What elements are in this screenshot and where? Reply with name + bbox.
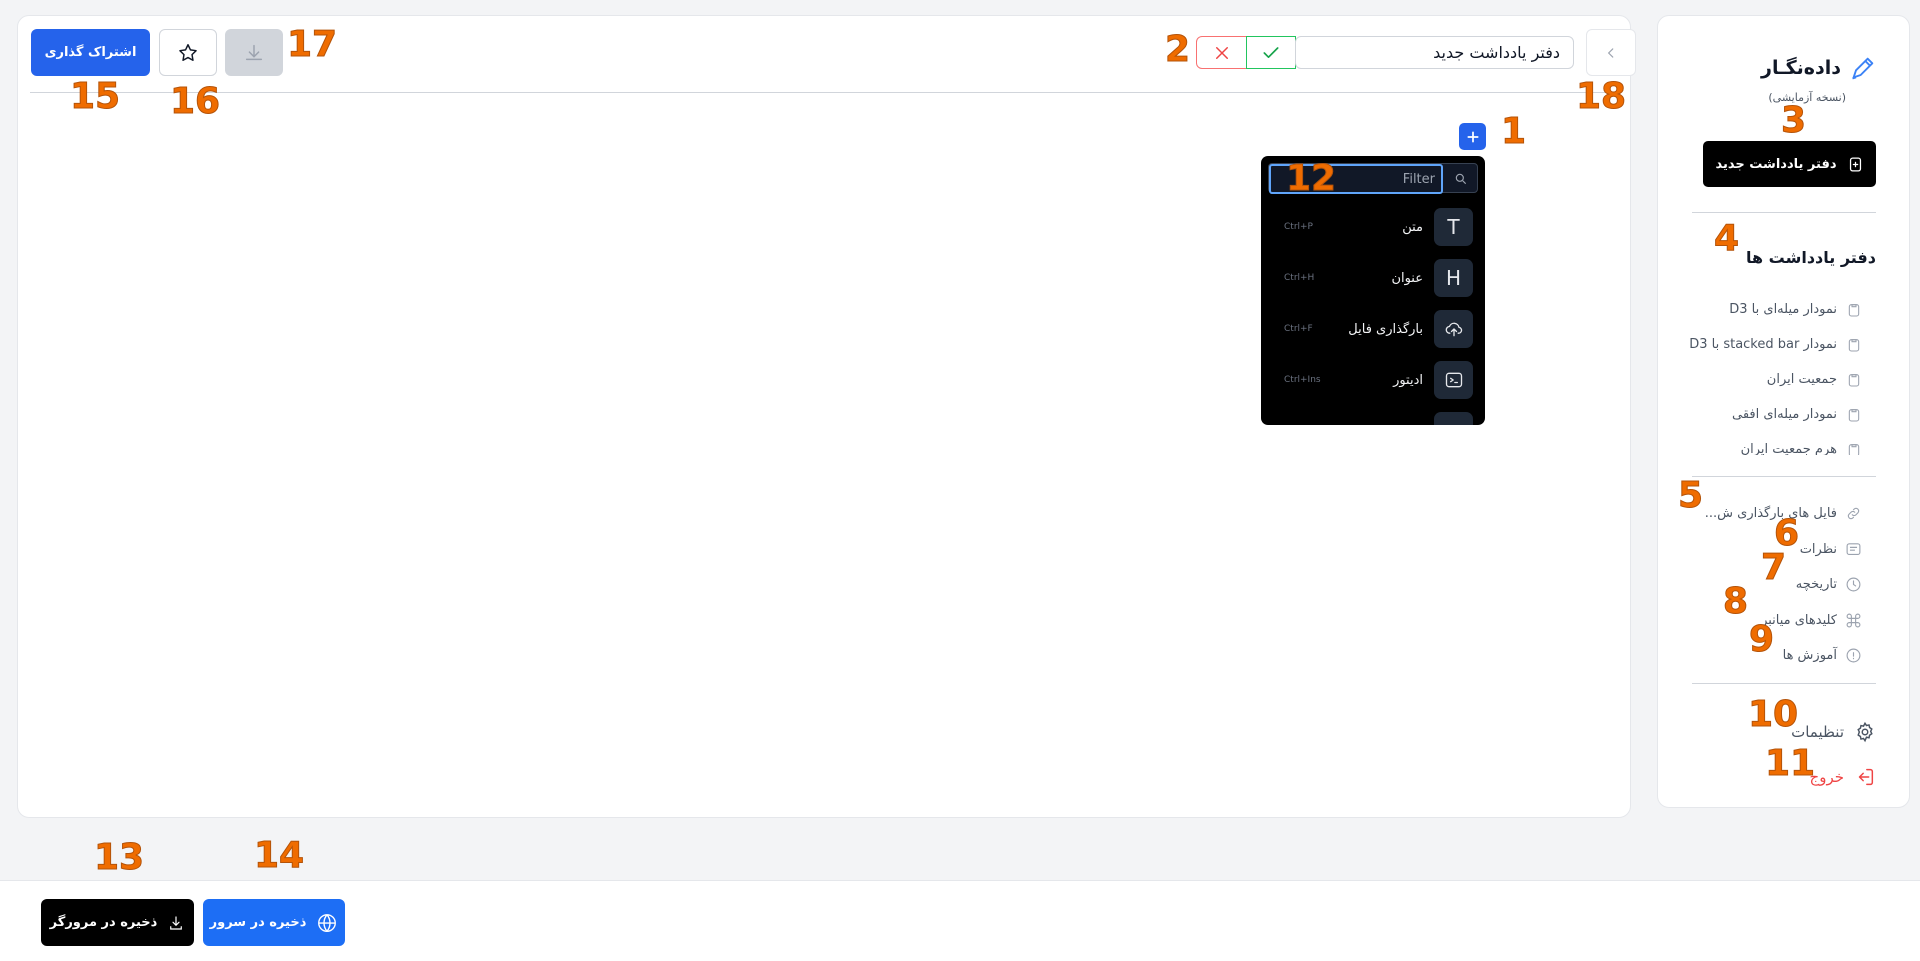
shortcut-hint: Ctrl+Ins <box>1284 375 1321 385</box>
annotation-label: 5 <box>1677 475 1704 516</box>
annotation-label: 12 <box>1285 158 1337 199</box>
sidebar-item-label: تاریخچه <box>1795 577 1837 593</box>
gear-icon <box>1857 721 1873 743</box>
search-icon <box>1453 171 1469 187</box>
notebook-list: نمودار میله‌ای با D3 نمودار stacked bar … <box>1672 292 1862 455</box>
notebook-item[interactable]: هرم جمعیت ایران <box>1672 432 1862 455</box>
clipboard-icon <box>1845 336 1862 353</box>
block-item-label: عنوان <box>1391 270 1423 286</box>
sidebar-item-label: آموزش ها <box>1782 648 1837 664</box>
notebooks-title: دفتر یادداشت ها <box>1745 248 1876 267</box>
notebook-label: نمودار میله‌ای با D3 <box>1729 302 1837 317</box>
notebook-title-input[interactable] <box>1295 36 1574 69</box>
brand-name: داده‌نگـار <box>1761 57 1841 79</box>
divider <box>1692 683 1876 684</box>
confirm-title-button[interactable] <box>1246 36 1296 69</box>
shortcut-hint: Ctrl+H <box>1284 273 1315 283</box>
block-item-text[interactable]: T متن Ctrl+P <box>1261 204 1485 250</box>
command-icon <box>1845 612 1862 629</box>
annotation-label: 7 <box>1760 547 1787 588</box>
heading-icon: H <box>1434 259 1473 297</box>
star-icon <box>179 43 197 61</box>
settings-label: تنظیمات <box>1791 723 1844 741</box>
new-notebook-button[interactable]: دفتر یادداشت جدید <box>1703 141 1876 187</box>
shortcut-hint: Ctrl+F <box>1284 324 1313 334</box>
notebook-item[interactable]: نمودار میله‌ای افقی <box>1672 397 1862 432</box>
block-item-editor[interactable]: ادیتور Ctrl+Ins <box>1261 357 1485 403</box>
info-icon <box>1845 647 1862 664</box>
share-button[interactable]: اشتراک گذاری <box>31 29 150 76</box>
shortcut-hint: Ctrl+P <box>1284 222 1313 232</box>
clock-icon <box>1845 576 1862 593</box>
pen-icon <box>1852 57 1874 80</box>
annotation-label: 8 <box>1722 581 1749 622</box>
more-block-icon <box>1434 412 1473 425</box>
annotation-label: 15 <box>69 76 121 117</box>
back-button[interactable] <box>1586 29 1636 76</box>
notebook-item[interactable]: نمودار stacked bar با D3 <box>1672 327 1862 362</box>
brand: داده‌نگـار <box>1761 54 1877 82</box>
notebook-label: نمودار stacked bar با D3 <box>1689 337 1837 352</box>
block-item-upload[interactable]: بارگذاری فایل Ctrl+F <box>1261 306 1485 352</box>
block-item-label: ادیتور <box>1393 372 1423 388</box>
plus-icon <box>1466 130 1479 143</box>
annotation-label: 4 <box>1713 218 1740 259</box>
save-browser-label: ذخیره در مرورگر <box>49 915 158 930</box>
notebook-label: نمودار میله‌ای افقی <box>1732 407 1837 422</box>
clipboard-icon <box>1845 301 1862 318</box>
block-item-heading[interactable]: H عنوان Ctrl+H <box>1261 255 1485 301</box>
bottom-bar: ذخیره در مرورگر ذخیره در سرور <box>0 880 1920 961</box>
sidebar-item-label: نظرات <box>1799 541 1837 557</box>
new-notebook-label: دفتر یادداشت جدید <box>1715 156 1837 172</box>
link-icon <box>1845 505 1862 522</box>
download-button[interactable] <box>225 29 283 76</box>
block-item-label: بارگذاری فایل <box>1348 321 1423 337</box>
divider <box>1692 476 1876 477</box>
clipboard-icon <box>1845 371 1862 388</box>
close-icon <box>1215 46 1228 59</box>
block-item-label: متن <box>1402 219 1423 235</box>
save-in-browser-button[interactable]: ذخیره در مرورگر <box>41 899 194 946</box>
header-divider <box>30 92 1618 93</box>
annotation-label: 2 <box>1164 29 1191 70</box>
check-icon <box>1263 46 1279 58</box>
annotation-label: 13 <box>93 837 145 878</box>
download-icon <box>245 44 263 60</box>
main-panel: اشتراک گذاری T متن Ctrl+P H عنوان <box>17 15 1636 818</box>
notebook-item[interactable]: جمعیت ایران <box>1672 362 1862 397</box>
new-file-icon <box>1849 156 1861 172</box>
favorite-button[interactable] <box>159 29 217 76</box>
terminal-icon <box>1434 361 1473 399</box>
clipboard-icon <box>1845 406 1862 423</box>
save-on-server-button[interactable]: ذخیره در سرور <box>203 899 345 946</box>
divider <box>1692 212 1876 213</box>
notebook-item[interactable]: نمودار میله‌ای با D3 <box>1672 292 1862 327</box>
annotation-label: 11 <box>1764 743 1816 784</box>
annotation-label: 18 <box>1575 76 1627 117</box>
notebook-label: جمعیت ایران <box>1766 372 1837 387</box>
add-block-button[interactable] <box>1459 123 1486 150</box>
sidebar-item-settings[interactable]: تنظیمات <box>1791 721 1876 743</box>
annotation-label: 9 <box>1748 619 1775 660</box>
comment-icon <box>1845 541 1862 558</box>
globe-icon <box>318 913 337 932</box>
upload-icon <box>1434 310 1473 348</box>
annotation-label: 1 <box>1500 111 1527 152</box>
clipboard-icon <box>1845 441 1862 455</box>
cancel-title-button[interactable] <box>1196 36 1247 69</box>
annotation-label: 3 <box>1780 100 1807 141</box>
download-icon <box>170 915 183 930</box>
sidebar-item-logout[interactable]: خروج <box>1810 766 1876 788</box>
block-item-more[interactable] <box>1261 408 1485 425</box>
sidebar-item-label: فایل های بارگذاری ش... <box>1704 506 1837 522</box>
annotation-label: 14 <box>253 835 305 876</box>
save-server-label: ذخیره در سرور <box>209 915 307 930</box>
logout-icon <box>1858 768 1874 786</box>
chevron-left-icon <box>1607 47 1614 58</box>
annotation-label: 16 <box>169 81 221 122</box>
text-icon: T <box>1434 208 1473 246</box>
annotation-label: 17 <box>286 24 338 65</box>
notebook-label: هرم جمعیت ایران <box>1740 442 1837 455</box>
annotation-label: 10 <box>1747 694 1799 735</box>
